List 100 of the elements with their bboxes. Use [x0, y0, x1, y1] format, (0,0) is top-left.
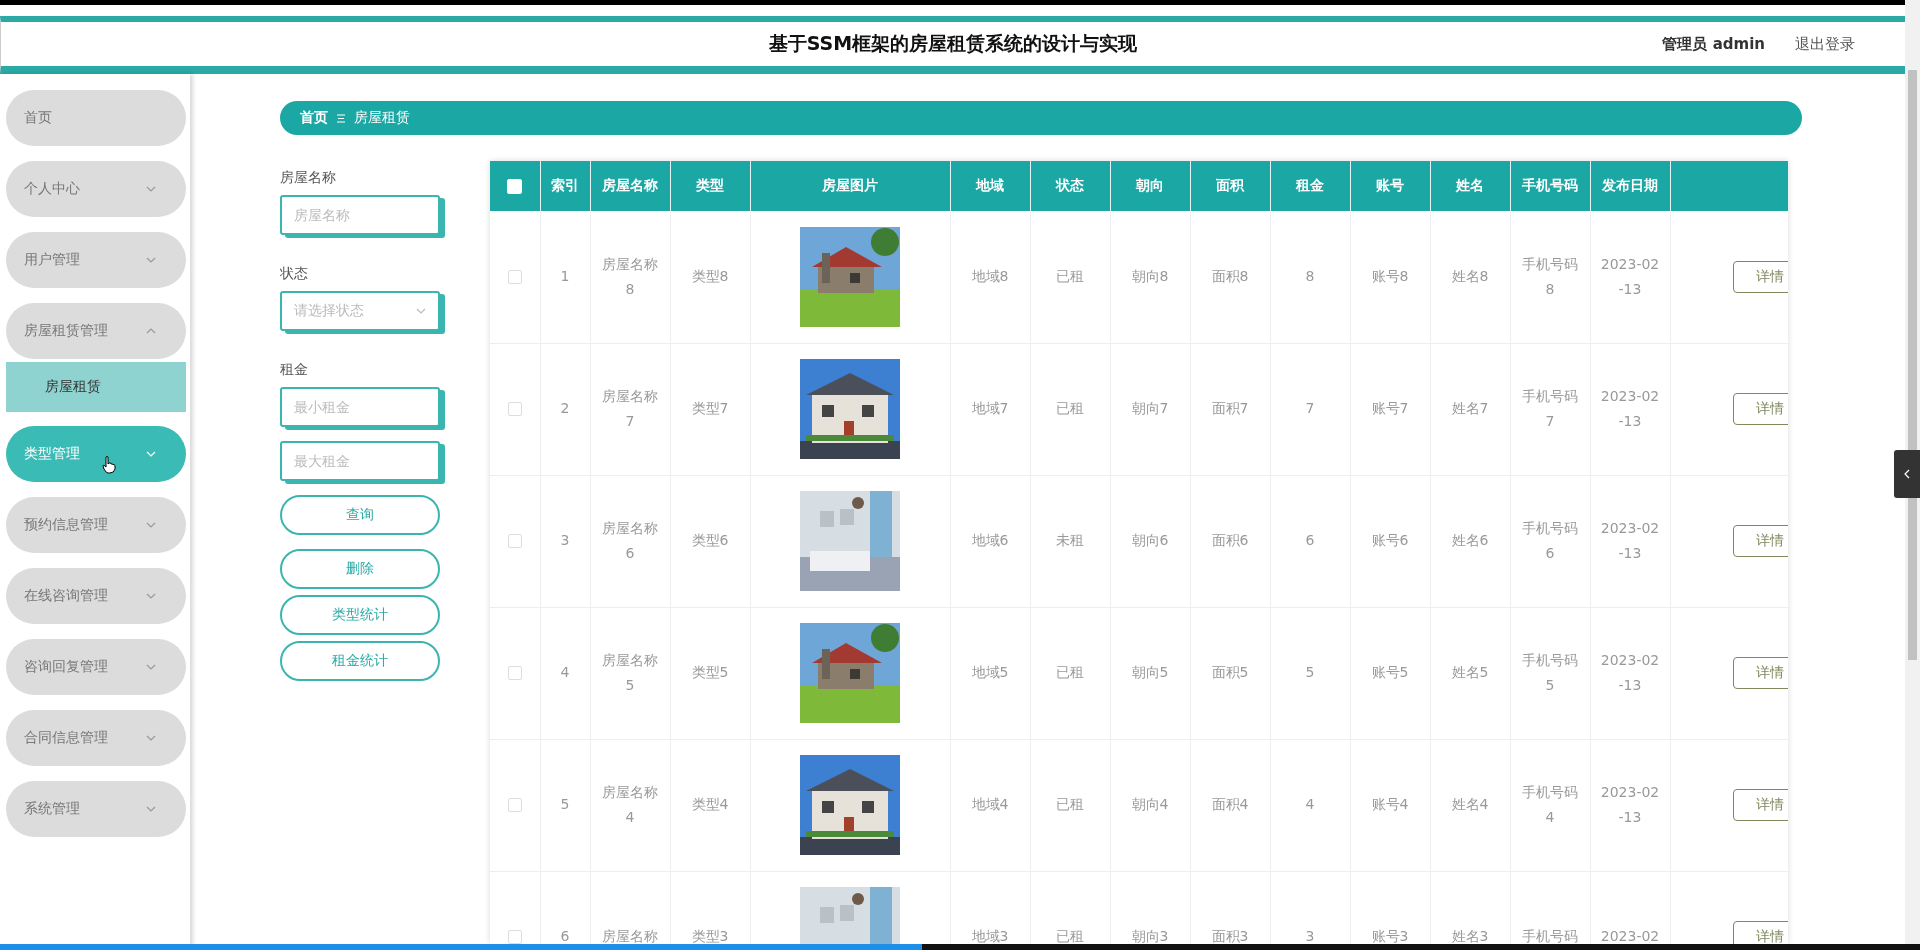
table-cell: 4 — [540, 607, 590, 739]
chevron-icon — [146, 522, 156, 528]
table-cell: 5 — [1270, 607, 1350, 739]
row-checkbox[interactable] — [507, 270, 522, 285]
table-cell: 账号6 — [1350, 475, 1430, 607]
table-cell: 地域4 — [950, 739, 1030, 871]
column-header: 状态 — [1030, 161, 1110, 211]
chevron-icon — [416, 308, 426, 314]
breadcrumb-item: 房屋租赁 — [354, 109, 410, 127]
column-header: 租金 — [1270, 161, 1350, 211]
table-cell: 5 — [540, 739, 590, 871]
action-button[interactable]: 查询 — [280, 495, 440, 535]
table-cell: 2023-02-13 — [1590, 475, 1670, 607]
menu-item[interactable]: 首页 — [6, 90, 186, 146]
menu-item[interactable]: 个人中心 — [6, 161, 186, 217]
chevron-icon — [146, 593, 156, 599]
breadcrumb-link[interactable]: 首页 — [300, 109, 328, 127]
menu-item[interactable]: 咨询回复管理 — [6, 639, 186, 695]
table-cell: 地域7 — [950, 343, 1030, 475]
row-checkbox[interactable] — [507, 666, 522, 681]
chevron-icon — [146, 806, 156, 812]
table-cell: 手机号码6 — [1510, 475, 1590, 607]
column-header: 账号 — [1350, 161, 1430, 211]
menu-item[interactable]: 类型管理 — [6, 426, 186, 482]
table-cell: 房屋名称6 — [590, 475, 670, 607]
table-cell: 手机号码7 — [1510, 343, 1590, 475]
table-cell: 6 — [1270, 475, 1350, 607]
detail-button[interactable]: 详情 — [1733, 260, 1788, 293]
table-cell: 账号5 — [1350, 607, 1430, 739]
action-button[interactable]: 类型统计 — [280, 595, 440, 635]
table-cell: 类型8 — [670, 211, 750, 343]
table-cell: 账号8 — [1350, 211, 1430, 343]
column-header: 索引 — [540, 161, 590, 211]
table-cell: 姓名4 — [1430, 739, 1510, 871]
table-cell: 3 — [540, 475, 590, 607]
table-cell: 姓名5 — [1430, 607, 1510, 739]
row-checkbox[interactable] — [507, 798, 522, 813]
table-cell: 姓名8 — [1430, 211, 1510, 343]
menu-item[interactable]: 系统管理 — [6, 781, 186, 837]
chevron-icon — [146, 451, 156, 457]
max-rent-field[interactable]: 最大租金 — [280, 441, 440, 481]
chevron-icon — [146, 186, 156, 192]
menu-item[interactable]: 房屋租赁管理 — [6, 303, 186, 359]
table-cell: 朝向7 — [1110, 343, 1190, 475]
field-label: 租金 — [280, 361, 309, 379]
table-cell: 朝向6 — [1110, 475, 1190, 607]
table-cell: 手机号码5 — [1510, 607, 1590, 739]
column-header: 姓名 — [1430, 161, 1510, 211]
detail-button[interactable]: 详情 — [1733, 525, 1788, 557]
scrollbar-thumb[interactable] — [1908, 70, 1917, 660]
menu-item[interactable]: 预约信息管理 — [6, 497, 186, 553]
table-cell: 2023-02-13 — [1590, 739, 1670, 871]
action-button[interactable]: 删除 — [280, 549, 440, 589]
table-cell: 面积5 — [1190, 607, 1270, 739]
admin-label: 管理员 admin — [1662, 34, 1765, 54]
table-cell: 姓名7 — [1430, 343, 1510, 475]
hand-cursor-icon — [102, 456, 116, 474]
table-cell: 地域8 — [950, 211, 1030, 343]
detail-button[interactable]: 详情 — [1733, 657, 1788, 689]
name-field[interactable]: 房屋名称 — [280, 195, 440, 235]
table-cell: 房屋名称4 — [590, 739, 670, 871]
action-button[interactable]: 租金统计 — [280, 641, 440, 681]
table-cell: 账号4 — [1350, 739, 1430, 871]
table-cell: 类型5 — [670, 607, 750, 739]
separator-icon — [337, 113, 345, 123]
row-checkbox[interactable] — [507, 930, 522, 944]
submenu-item[interactable]: 房屋租赁 — [6, 362, 186, 412]
column-header: 地域 — [950, 161, 1030, 211]
row-checkbox[interactable] — [507, 534, 522, 549]
detail-button[interactable]: 详情 — [1733, 393, 1788, 425]
table-cell: 类型4 — [670, 739, 750, 871]
detail-button[interactable]: 详情 — [1733, 789, 1788, 821]
table-cell: 地域5 — [950, 607, 1030, 739]
menu-item[interactable]: 在线咨询管理 — [6, 568, 186, 624]
table-cell: 姓名6 — [1430, 475, 1510, 607]
table-cell: 2 — [540, 343, 590, 475]
table-cell: 1 — [540, 211, 590, 343]
table-cell: 类型6 — [670, 475, 750, 607]
row-checkbox[interactable] — [507, 402, 522, 417]
table-cell: 朝向5 — [1110, 607, 1190, 739]
table-cell: 未租 — [1030, 475, 1110, 607]
table-cell: 8 — [1270, 211, 1350, 343]
min-rent-field[interactable]: 最小租金 — [280, 387, 440, 427]
logout-link[interactable]: 退出登录 — [1795, 34, 1855, 54]
table-cell: 已租 — [1030, 211, 1110, 343]
chevron-icon — [146, 664, 156, 670]
chevron-icon — [146, 257, 156, 263]
table-cell: 7 — [1270, 343, 1350, 475]
menu-item[interactable]: 用户管理 — [6, 232, 186, 288]
select-all-checkbox[interactable] — [507, 179, 523, 195]
detail-button[interactable]: 详情 — [1733, 921, 1788, 944]
menu-item[interactable]: 合同信息管理 — [6, 710, 186, 766]
table-cell: 2023-02-13 — [1590, 343, 1670, 475]
table-cell: 2023-02-13 — [1590, 211, 1670, 343]
table-cell: 已租 — [1030, 343, 1110, 475]
field-label: 状态 — [280, 265, 309, 283]
table-cell: 账号7 — [1350, 343, 1430, 475]
column-header: 朝向 — [1110, 161, 1190, 211]
table-cell: 房屋名称7 — [590, 343, 670, 475]
side-toggle-tab[interactable] — [1894, 450, 1920, 498]
